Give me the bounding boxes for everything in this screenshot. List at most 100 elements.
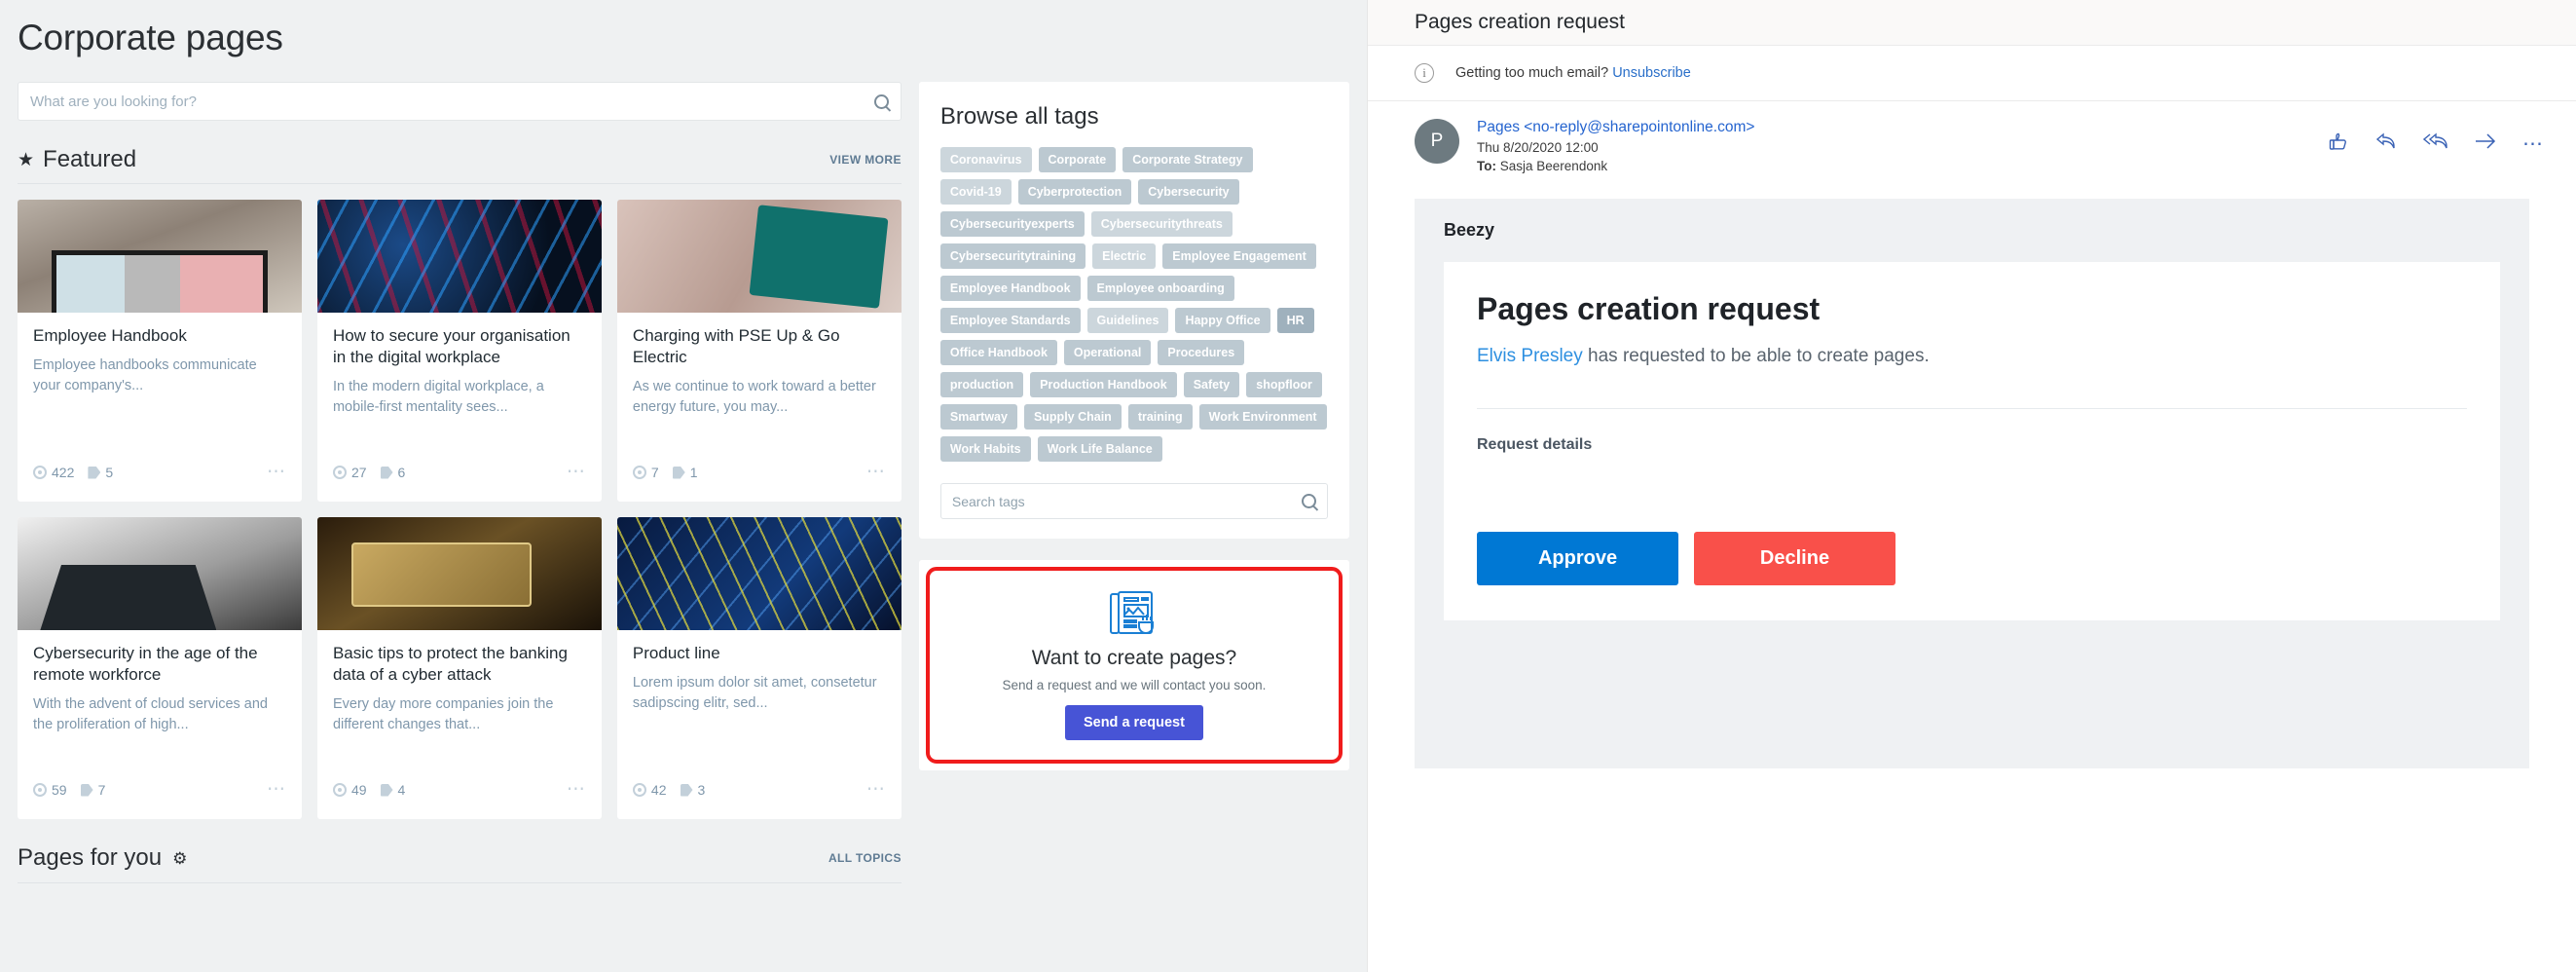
gear-icon[interactable]: ⚙ — [172, 850, 187, 867]
tag-chip[interactable]: Cybersecuritytraining — [939, 243, 1086, 269]
views-icon — [632, 783, 646, 797]
tag-chip[interactable]: Smartway — [939, 404, 1017, 430]
tag-chip[interactable]: Supply Chain — [1023, 404, 1122, 430]
view-more-link[interactable]: VIEW MORE — [829, 153, 902, 167]
tag-chip[interactable]: Work Life Balance — [1037, 436, 1162, 462]
create-pages-promo: Want to create pages? Send a request and… — [925, 567, 1343, 764]
decline-button[interactable]: Decline — [1694, 531, 1895, 585]
tag-icon — [88, 466, 101, 479]
tag-search-input[interactable] — [951, 493, 1302, 509]
tag-chip[interactable]: Coronavirus — [939, 147, 1032, 172]
tags-stat: 7 — [80, 782, 105, 798]
tag-chip[interactable]: Corporate Strategy — [1122, 147, 1253, 172]
tag-chip[interactable]: Office Handbook — [939, 340, 1057, 365]
card-title: How to secure your organisation in the d… — [332, 326, 570, 366]
tag-chip[interactable]: Operational — [1063, 340, 1152, 365]
sent-date: Thu 8/20/2020 12:00 — [1477, 140, 1599, 155]
tag-chip[interactable]: Happy Office — [1175, 308, 1270, 333]
tags-stat: 5 — [88, 465, 113, 480]
featured-card-grid: Employee Handbook Employee handbooks com… — [18, 200, 902, 819]
search-bar[interactable] — [18, 82, 902, 121]
tag-chip[interactable]: Employee Handbook — [939, 276, 1081, 301]
mail-message-body: Beezy Pages creation request Elvis Presl… — [1415, 199, 2529, 768]
reply-icon[interactable] — [2374, 131, 2398, 155]
send-a-request-button[interactable]: Send a request — [1064, 705, 1203, 740]
ellipsis-icon[interactable]: ⋯ — [567, 780, 586, 800]
forward-icon[interactable] — [2474, 132, 2497, 154]
search-icon[interactable] — [873, 93, 889, 109]
ellipsis-icon[interactable]: ⋯ — [267, 780, 286, 800]
card-title: Product line — [632, 644, 720, 662]
more-options-icon[interactable]: ⋯ — [2522, 133, 2543, 154]
all-topics-link[interactable]: ALL TOPICS — [828, 851, 902, 865]
card-thumbnail — [316, 200, 602, 313]
tag-chip[interactable]: Cyberprotection — [1017, 179, 1132, 205]
card-title: Employee Handbook — [33, 326, 187, 345]
tag-chip[interactable]: Employee Engagement — [1162, 243, 1316, 269]
tags-count: 3 — [697, 782, 706, 798]
brand-name: Beezy — [1444, 220, 1495, 240]
tag-chip[interactable]: Safety — [1183, 372, 1240, 397]
tag-chip[interactable]: Cybersecuritythreats — [1090, 211, 1233, 237]
ellipsis-icon[interactable]: ⋯ — [567, 463, 586, 482]
card-footer: 42 3 ⋯ — [617, 776, 902, 819]
tags-count: 4 — [397, 782, 406, 798]
page-card[interactable]: Product line Lorem ipsum dolor sit amet,… — [616, 517, 902, 819]
notice-text: Getting too much email? Unsubscribe — [1455, 65, 1691, 81]
tag-chip[interactable]: Cybersecurity — [1138, 179, 1239, 205]
tag-chip[interactable]: production — [939, 372, 1024, 397]
news-pages-icon — [1106, 590, 1162, 637]
tag-chip[interactable]: Work Habits — [939, 436, 1031, 462]
featured-section-header: ★ Featured VIEW MORE — [18, 146, 902, 184]
page-card[interactable]: How to secure your organisation in the d… — [316, 200, 602, 502]
page-card[interactable]: Charging with PSE Up & Go Electric As we… — [616, 200, 902, 502]
requester-link[interactable]: Elvis Presley — [1477, 346, 1583, 366]
page-card[interactable]: Basic tips to protect the banking data o… — [316, 517, 602, 819]
tag-chip[interactable]: Production Handbook — [1030, 372, 1177, 397]
ellipsis-icon[interactable]: ⋯ — [267, 463, 286, 482]
tag-chip[interactable]: Electric — [1092, 243, 1157, 269]
mail-subject: Pages creation request — [1415, 11, 1625, 33]
card-footer: 59 7 ⋯ — [18, 776, 302, 819]
views-count: 27 — [350, 465, 367, 480]
ellipsis-icon[interactable]: ⋯ — [866, 780, 886, 800]
tags-count: 1 — [689, 465, 698, 480]
card-body: How to secure your organisation in the d… — [317, 313, 602, 459]
decision-button-row: Approve Decline — [1477, 531, 2467, 585]
tag-chip[interactable]: Covid-19 — [939, 179, 1012, 205]
card-thumbnail — [18, 517, 302, 630]
views-icon — [332, 466, 347, 479]
tag-chip[interactable]: HR — [1276, 308, 1314, 333]
ellipsis-icon[interactable]: ⋯ — [866, 463, 886, 482]
views-count: 422 — [52, 465, 75, 480]
views-stat: 42 — [632, 782, 667, 798]
sender-name[interactable]: Pages <no-reply@sharepointonline.com> — [1477, 119, 2310, 136]
tag-chip[interactable]: Cybersecurityexperts — [939, 211, 1085, 237]
tag-chip[interactable]: Work Environment — [1198, 404, 1327, 430]
page-card[interactable]: Employee Handbook Employee handbooks com… — [18, 200, 302, 502]
to-value: Sasja Beerendonk — [1499, 159, 1608, 173]
notice-message: Getting too much email? — [1455, 65, 1609, 81]
approve-button[interactable]: Approve — [1477, 531, 1678, 585]
tag-chip[interactable]: Guidelines — [1086, 308, 1169, 333]
views-count: 49 — [350, 782, 367, 798]
tags-panel-title: Browse all tags — [939, 103, 1099, 130]
views-stat: 49 — [332, 782, 367, 798]
search-input[interactable] — [30, 93, 874, 110]
tag-chip[interactable]: Employee onboarding — [1086, 276, 1234, 301]
unsubscribe-link[interactable]: Unsubscribe — [1612, 65, 1691, 81]
featured-title: Featured — [43, 146, 137, 172]
tag-chip[interactable]: training — [1127, 404, 1193, 430]
search-icon[interactable] — [1302, 494, 1316, 508]
tag-chip[interactable]: Corporate — [1038, 147, 1117, 172]
thumbs-up-icon[interactable] — [2328, 131, 2349, 156]
reply-all-icon[interactable] — [2422, 131, 2448, 155]
message-sentence-rest: has requested to be able to create pages… — [1582, 346, 1930, 366]
tag-chip[interactable]: Procedures — [1158, 340, 1245, 365]
views-icon — [632, 466, 646, 479]
tag-search-bar[interactable] — [939, 483, 1328, 519]
tag-chip[interactable]: Employee Standards — [939, 308, 1081, 333]
page-card[interactable]: Cybersecurity in the age of the remote w… — [18, 517, 302, 819]
tag-icon — [80, 783, 93, 797]
tag-chip[interactable]: shopfloor — [1246, 372, 1322, 397]
